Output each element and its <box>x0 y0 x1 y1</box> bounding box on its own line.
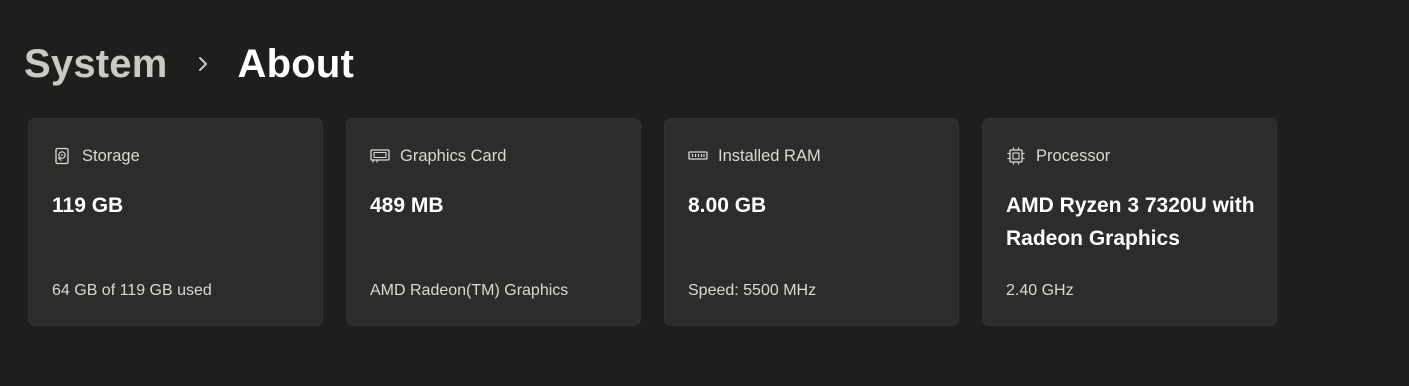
installed-ram-card[interactable]: Installed RAM 8.00 GB Speed: 5500 MHz <box>664 118 959 326</box>
processor-card[interactable]: Processor AMD Ryzen 3 7320U with Radeon … <box>982 118 1277 326</box>
card-header: Processor <box>1006 145 1110 167</box>
installed-ram-value: 8.00 GB <box>688 194 767 217</box>
processor-chip-icon <box>1006 146 1026 166</box>
graphics-card-label: Graphics Card <box>400 146 507 165</box>
graphics-adapter-name: AMD Radeon(TM) Graphics <box>370 282 569 299</box>
installed-ram-label: Installed RAM <box>718 146 821 165</box>
graphics-memory-value: 489 MB <box>370 194 444 217</box>
processor-name: AMD Ryzen 3 7320U with Radeon Graphics <box>1006 194 1255 250</box>
breadcrumb-system-link[interactable]: System <box>24 42 168 87</box>
storage-label: Storage <box>82 146 140 165</box>
ram-icon <box>688 146 708 166</box>
chevron-right-icon <box>168 56 238 72</box>
storage-value: 119 GB <box>52 194 124 217</box>
storage-card[interactable]: Storage 119 GB 64 GB of 119 GB used <box>28 118 323 326</box>
processor-label: Processor <box>1036 146 1111 165</box>
ram-speed: Speed: 5500 MHz <box>688 282 817 299</box>
storage-drive-icon <box>52 146 72 166</box>
card-header: Graphics Card <box>370 145 506 167</box>
card-header: Storage <box>52 145 140 167</box>
page-title: About <box>237 41 355 86</box>
graphics-card-icon <box>370 146 390 166</box>
storage-usage: 64 GB of 119 GB used <box>52 282 212 299</box>
breadcrumb: System About <box>24 36 354 92</box>
card-header: Installed RAM <box>688 145 821 167</box>
processor-speed: 2.40 GHz <box>1006 282 1074 299</box>
graphics-card-card[interactable]: Graphics Card 489 MB AMD Radeon(TM) Grap… <box>346 118 641 326</box>
spec-cards: Storage 119 GB 64 GB of 119 GB used Grap… <box>28 118 1277 326</box>
